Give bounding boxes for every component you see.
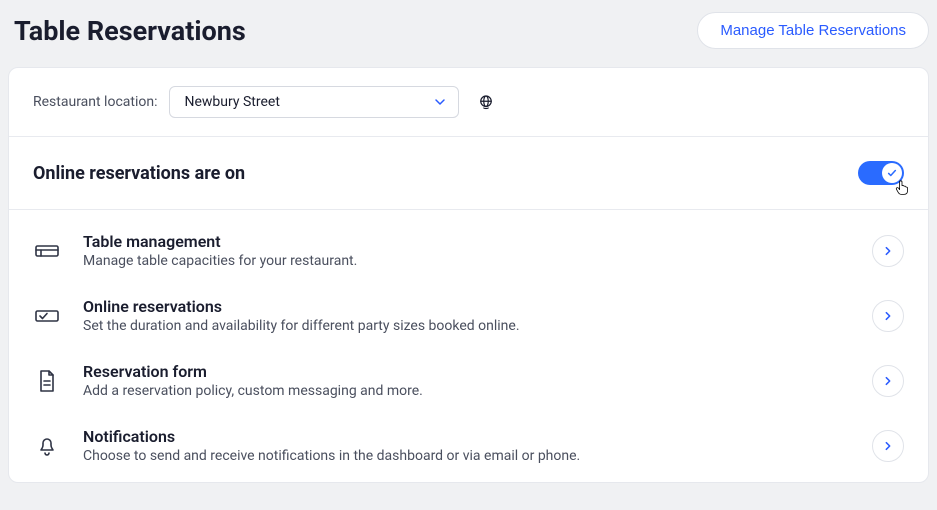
bell-icon [33,432,61,460]
check-icon [887,168,897,178]
settings-list: Table management Manage table capacities … [9,210,928,482]
chevron-right-icon [883,441,893,451]
setting-item-form[interactable]: Reservation form Add a reservation policy… [9,348,928,413]
setting-title: Online reservations [83,297,850,316]
setting-desc: Choose to send and receive notifications… [83,448,850,464]
toggle-label: Online reservations are on [33,163,245,184]
location-label: Restaurant location: [33,94,157,110]
manage-reservations-button[interactable]: Manage Table Reservations [697,12,929,49]
form-icon [33,367,61,395]
page-title: Table Reservations [14,15,246,47]
setting-text: Table management Manage table capacities … [83,232,850,269]
chevron-down-icon [434,96,446,108]
setting-item-bell[interactable]: Notifications Choose to send and receive … [9,413,928,478]
setting-item-online[interactable]: Online reservations Set the duration and … [9,283,928,348]
online-reservations-toggle[interactable] [858,161,904,185]
online-reservations-toggle-row: Online reservations are on [9,137,928,210]
online-icon [33,302,61,330]
location-value: Newbury Street [184,94,279,110]
setting-title: Table management [83,232,850,251]
setting-desc: Set the duration and availability for di… [83,318,850,334]
settings-card: Restaurant location: Newbury Street Onli… [8,67,929,483]
chevron-right-icon [883,246,893,256]
chevron-right-button[interactable] [872,430,904,462]
location-select[interactable]: Newbury Street [169,86,459,118]
toggle-knob [882,163,902,183]
setting-text: Notifications Choose to send and receive … [83,427,850,464]
location-row: Restaurant location: Newbury Street [9,68,928,137]
setting-item-table[interactable]: Table management Manage table capacities … [9,218,928,283]
setting-desc: Manage table capacities for your restaur… [83,253,850,269]
globe-icon[interactable] [477,93,495,111]
setting-text: Reservation form Add a reservation policy… [83,362,850,399]
setting-desc: Add a reservation policy, custom messagi… [83,383,850,399]
setting-text: Online reservations Set the duration and … [83,297,850,334]
setting-title: Reservation form [83,362,850,381]
page-header: Table Reservations Manage Table Reservat… [0,0,937,67]
chevron-right-button[interactable] [872,365,904,397]
chevron-right-icon [883,376,893,386]
chevron-right-button[interactable] [872,235,904,267]
chevron-right-icon [883,311,893,321]
setting-title: Notifications [83,427,850,446]
chevron-right-button[interactable] [872,300,904,332]
toggle-wrap [858,161,904,185]
table-icon [33,237,61,265]
